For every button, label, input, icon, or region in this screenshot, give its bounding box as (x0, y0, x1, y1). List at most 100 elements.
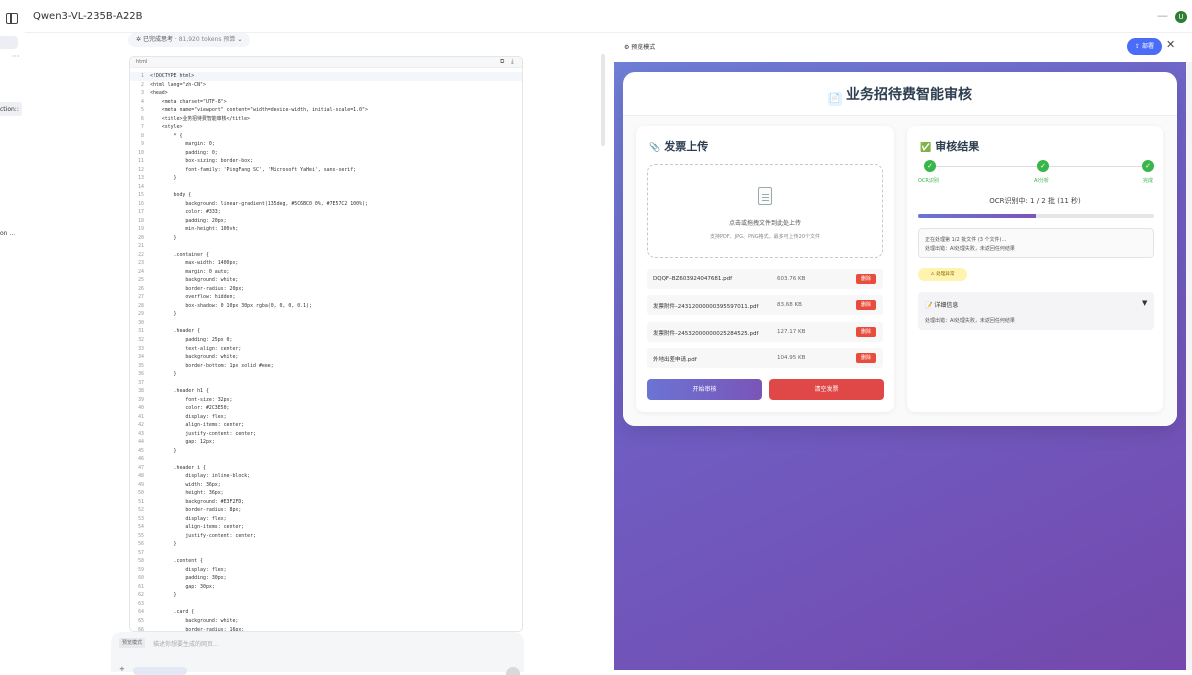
sidebar-active-item[interactable] (0, 36, 18, 49)
details-panel[interactable]: 📝 详细信息 ▼ 处理出错：AI处理失败，未返回任何结果 (918, 292, 1154, 330)
thinking-status[interactable]: ✲ 已完成思考 · 81,920 tokens 预算 ⌄ (128, 33, 251, 47)
upload-icon: ⇪ (1135, 43, 1142, 50)
minimize-icon[interactable]: — (1157, 9, 1168, 22)
code-line: 21 (130, 242, 522, 251)
preview-scrollbar[interactable] (1186, 62, 1192, 670)
clear-invoices-button[interactable]: 清空发票 (769, 379, 884, 400)
code-text: display: flex; (150, 515, 227, 522)
code-line: 16 background: linear-gradient(135deg, #… (130, 200, 522, 209)
code-header: html ⧉ ⤓ (130, 57, 522, 68)
triangle-down-icon[interactable]: ▼ (1142, 299, 1147, 307)
chat-input[interactable]: 描述你想要生成的网页... (153, 639, 219, 648)
sidebar-item-snippet[interactable]: on ... (0, 230, 15, 237)
code-line: 31 .header { (130, 327, 522, 336)
step-label: OCR识别 (918, 178, 939, 184)
code-text: border-bottom: 1px solid #eee; (150, 362, 274, 369)
code-line: 33 text-align: center; (130, 345, 522, 354)
line-number: 51 (138, 498, 144, 505)
code-text: width: 36px; (150, 481, 221, 488)
upload-card: 📎 发票上传 点击或拖拽文件到此处上传 支持PDF、JPG、PNG格式，最多可上传… (636, 126, 894, 412)
sidebar-item-snippet[interactable]: ction:: (0, 102, 22, 116)
input-option-chip[interactable] (133, 667, 187, 675)
delete-file-button[interactable]: 删除 (856, 327, 876, 337)
line-number: 22 (138, 251, 144, 258)
sidebar-toggle-icon[interactable] (6, 13, 18, 24)
start-review-button[interactable]: 开始审核 (647, 379, 762, 400)
code-text: <title>业务招待费智能审核</title> (150, 115, 250, 122)
code-text: <head> (150, 90, 168, 97)
code-text: min-height: 100vh; (150, 226, 239, 233)
code-line: 3 <head> (130, 89, 522, 98)
code-text: background: white; (150, 354, 239, 361)
close-icon[interactable]: ✕ (1166, 38, 1175, 51)
chevron-down-icon[interactable]: ⌄ (122, 12, 129, 21)
code-line: 27 overflow: hidden; (130, 293, 522, 302)
line-number: 3 (141, 90, 144, 97)
code-line: 20 } (130, 234, 522, 243)
preview-mode-text: 预览模式 (631, 44, 656, 51)
step-check-icon: ✓ (924, 160, 936, 172)
download-icon[interactable]: ⤓ (511, 58, 514, 66)
scrollbar[interactable] (601, 54, 605, 146)
app-title: 📄 业务招待费智能审核 (623, 84, 1177, 106)
upload-card-title: 📎 发票上传 (649, 138, 708, 154)
line-number: 56 (138, 541, 144, 548)
code-line: 44 gap: 12px; (130, 438, 522, 447)
send-button[interactable] (506, 667, 520, 675)
code-line: 40 color: #2C3E50; (130, 404, 522, 413)
more-icon[interactable]: ··· (12, 52, 20, 61)
preview-mode-tag[interactable]: 预览模式 (119, 638, 146, 648)
line-number: 42 (138, 422, 144, 429)
code-text: justify-content: center; (150, 532, 256, 539)
upload-dropzone[interactable]: 点击或拖拽文件到此处上传 支持PDF、JPG、PNG格式，最多可上传20个文件 (647, 164, 883, 258)
line-number: 38 (138, 388, 144, 395)
line-number: 2 (141, 81, 144, 88)
line-number: 33 (138, 345, 144, 352)
line-number: 47 (138, 464, 144, 471)
preview-mode-label: ⚙ 预览模式 (624, 42, 655, 51)
line-number: 52 (138, 507, 144, 514)
line-number: 46 (138, 456, 144, 463)
step-label: 完成 (1143, 178, 1154, 184)
dropzone-subhint: 支持PDF、JPG、PNG格式，最多可上传20个文件 (709, 234, 821, 240)
code-line: 9 margin: 0; (130, 140, 522, 149)
code-line: 58 .content { (130, 557, 522, 566)
code-line: 47 .header i { (130, 464, 522, 473)
delete-file-button[interactable]: 删除 (856, 353, 876, 363)
code-line: 24 margin: 0 auto; (130, 268, 522, 277)
code-text: body { (150, 192, 192, 199)
code-text: text-align: center; (150, 345, 242, 352)
copy-icon[interactable]: ⧉ (500, 58, 504, 66)
code-text: background: #E3F2FD; (150, 498, 245, 505)
details-title: 📝 详细信息 (925, 300, 958, 309)
code-line: 51 background: #E3F2FD; (130, 498, 522, 507)
code-text: } (150, 447, 177, 454)
result-card-title: ✅ 审核结果 (920, 138, 979, 154)
deploy-button[interactable]: ⇪ 部署 (1127, 38, 1162, 55)
code-line: 4 <meta charset="UTF-8"> (130, 98, 522, 107)
code-line: 32 padding: 25px 0; (130, 336, 522, 345)
delete-file-button[interactable]: 删除 (856, 274, 876, 284)
file-name: DQQF–BZ603924047681.pdf (653, 276, 733, 282)
code-text: font-size: 32px; (150, 396, 233, 403)
app-title-text: 业务招待费智能审核 (846, 87, 972, 103)
code-line: 64 .card { (130, 608, 522, 617)
file-size: 104.95 KB (777, 355, 806, 361)
file-size: 603.76 KB (777, 276, 806, 282)
deploy-label: 部署 (1141, 43, 1154, 50)
line-number: 19 (138, 226, 144, 233)
code-line: 49 width: 36px; (130, 481, 522, 490)
line-number: 5 (141, 107, 144, 114)
code-text: align-items: center; (150, 422, 245, 429)
line-number: 24 (138, 268, 144, 275)
code-text: background: linear-gradient(135deg, #5C6… (150, 200, 368, 207)
code-text: border-radius: 20px; (150, 285, 245, 292)
code-line: 35 border-bottom: 1px solid #eee; (130, 362, 522, 371)
left-rail: ··· ction:: on ... (0, 0, 25, 672)
avatar[interactable]: U (1175, 11, 1187, 23)
progress-text: OCR识别中: 1 / 2 批 (11 秒) (989, 197, 1081, 205)
delete-file-button[interactable]: 删除 (856, 300, 876, 310)
line-number: 26 (138, 285, 144, 292)
line-number: 25 (138, 277, 144, 284)
line-number: 28 (138, 302, 144, 309)
